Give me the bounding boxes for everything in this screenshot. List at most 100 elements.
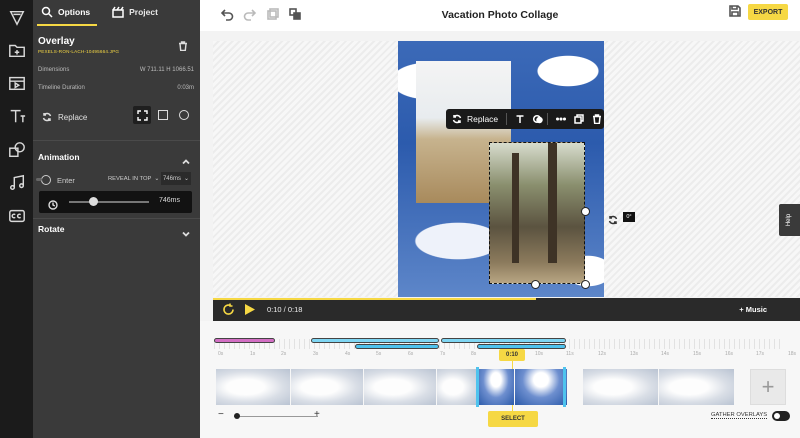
clip-thumbnail[interactable] <box>583 369 658 405</box>
clip-gap <box>568 369 582 405</box>
timeline: 0s1s2s3s4s5s6s7s8s9s10s11s12s13s14s15s16… <box>200 321 800 438</box>
resize-handle[interactable] <box>581 207 590 216</box>
overlay-track-segment[interactable] <box>441 338 566 343</box>
options-panel: Options Project Overlay PEXELS-RON-LACH-… <box>33 0 200 438</box>
playback-time: 0:10 / 0:18 <box>267 305 303 314</box>
tab-indicator <box>37 24 97 26</box>
add-clip-button[interactable]: + <box>750 369 786 405</box>
playhead-marker[interactable]: 0:10 <box>499 349 525 361</box>
more-icon[interactable] <box>554 112 568 126</box>
editor-app: Options Project Overlay PEXELS-RON-LACH-… <box>0 0 800 438</box>
trash-icon <box>179 41 187 52</box>
media-icon[interactable] <box>7 73 27 93</box>
timeline-tick-label: 18s <box>788 351 797 357</box>
color-icon[interactable] <box>531 112 545 126</box>
loop-icon <box>223 303 234 315</box>
circle-crop-button[interactable] <box>179 110 189 120</box>
square-crop-button[interactable] <box>158 110 168 120</box>
resize-handle[interactable] <box>581 280 590 289</box>
timeline-tick-label: 12s <box>598 351 607 357</box>
timeline-tick-label: 14s <box>661 351 670 357</box>
resize-handle[interactable] <box>531 280 540 289</box>
logo-icon[interactable] <box>7 8 27 28</box>
select-button[interactable]: SELECT <box>488 411 538 427</box>
enter-label: Enter <box>57 175 75 185</box>
duration-value: 0:03m <box>177 85 194 91</box>
save-button[interactable] <box>728 4 742 18</box>
replace-label: Replace <box>58 112 88 122</box>
replace-button[interactable]: Replace <box>42 112 87 122</box>
clip-thumbnail[interactable] <box>216 369 290 405</box>
add-music-button[interactable]: + Music <box>739 305 767 314</box>
context-toolbar: Replace <box>446 109 604 129</box>
rotate-handle[interactable] <box>608 212 618 225</box>
timeline-tick-label: 11s <box>566 351 574 357</box>
playback-progress[interactable] <box>213 298 536 300</box>
file-name: PEXELS-RON-LACH-10495664.JPG <box>38 49 120 54</box>
help-tab[interactable]: Help <box>779 204 800 236</box>
panel-tabs: Options Project <box>33 0 200 24</box>
play-button[interactable] <box>243 303 256 316</box>
loop-button[interactable] <box>222 303 235 316</box>
rotate-section-title[interactable]: Rotate <box>38 224 64 234</box>
trash-icon[interactable] <box>590 112 604 126</box>
text-icon[interactable] <box>7 106 27 126</box>
audio-track-segment[interactable] <box>214 338 275 343</box>
clip-thumbnail[interactable] <box>291 369 363 405</box>
toggle-icon <box>36 175 51 185</box>
gather-overlays-toggle[interactable] <box>772 411 790 421</box>
duration-slider-track[interactable] <box>69 201 149 203</box>
dimensions-value: W 711.11 H 1066.51 <box>139 67 194 73</box>
duration-slider-handle[interactable] <box>89 197 98 206</box>
clapper-icon <box>112 6 124 18</box>
chevron-up-icon[interactable] <box>182 153 190 165</box>
captions-icon[interactable] <box>7 206 27 226</box>
dimensions-label: Dimensions <box>38 67 70 73</box>
zoom-slider-track[interactable] <box>234 416 318 417</box>
overlay-track-segment[interactable] <box>355 344 439 349</box>
divider <box>33 140 200 141</box>
animation-style-select[interactable]: REVEAL IN TOP ⌄ <box>108 176 159 182</box>
copy-icon[interactable] <box>572 112 586 126</box>
timeline-tick-label: 15s <box>693 351 702 357</box>
expand-icon <box>136 109 148 121</box>
shapes-icon[interactable] <box>7 140 27 160</box>
timeline-tick-label: 13s <box>630 351 639 357</box>
timeline-tick-label: 6s <box>408 351 414 357</box>
text-icon[interactable] <box>513 112 527 126</box>
export-button[interactable]: EXPORT <box>748 4 788 20</box>
zoom-out-icon[interactable]: − <box>218 409 224 420</box>
context-replace-label[interactable]: Replace <box>467 114 498 124</box>
duration-popover: 746ms <box>39 191 192 213</box>
music-icon[interactable] <box>7 173 27 193</box>
animation-style-value: REVEAL IN TOP <box>108 176 152 182</box>
tab-project[interactable]: Project <box>90 0 158 24</box>
animation-duration-select[interactable]: 746ms ⌄ <box>161 172 191 185</box>
selection-range[interactable] <box>476 367 566 407</box>
project-title[interactable]: Vacation Photo Collage <box>200 9 800 21</box>
timeline-tick-label: 0s <box>218 351 224 357</box>
folder-plus-icon[interactable] <box>7 40 27 60</box>
selected-overlay-photo[interactable] <box>489 142 585 284</box>
tab-options[interactable]: Options <box>33 0 90 24</box>
clip-thumbnail[interactable] <box>437 369 477 405</box>
clock-icon <box>48 197 58 210</box>
timeline-tick-label: 2s <box>281 351 287 357</box>
chevron-down-icon[interactable] <box>182 225 190 237</box>
timeline-tick-label: 17s <box>756 351 765 357</box>
clip-thumbnail[interactable] <box>364 369 436 405</box>
animation-section-title[interactable]: Animation <box>38 152 80 162</box>
options-icon <box>41 6 53 18</box>
rotate-icon <box>608 215 618 225</box>
delete-button[interactable] <box>178 38 188 52</box>
enter-toggle[interactable]: Enter <box>36 175 75 185</box>
clip-thumbnail[interactable] <box>659 369 734 405</box>
zoom-slider-handle[interactable] <box>234 413 240 419</box>
timeline-tick-label: 7s <box>440 351 446 357</box>
zoom-in-icon[interactable]: + <box>314 409 320 420</box>
divider <box>33 218 200 219</box>
playback-bar: 0:10 / 0:18 + Music <box>213 298 800 321</box>
fit-fill-button[interactable] <box>133 106 151 124</box>
replace-icon[interactable] <box>450 112 464 126</box>
overlay-track-segment[interactable] <box>311 338 439 343</box>
